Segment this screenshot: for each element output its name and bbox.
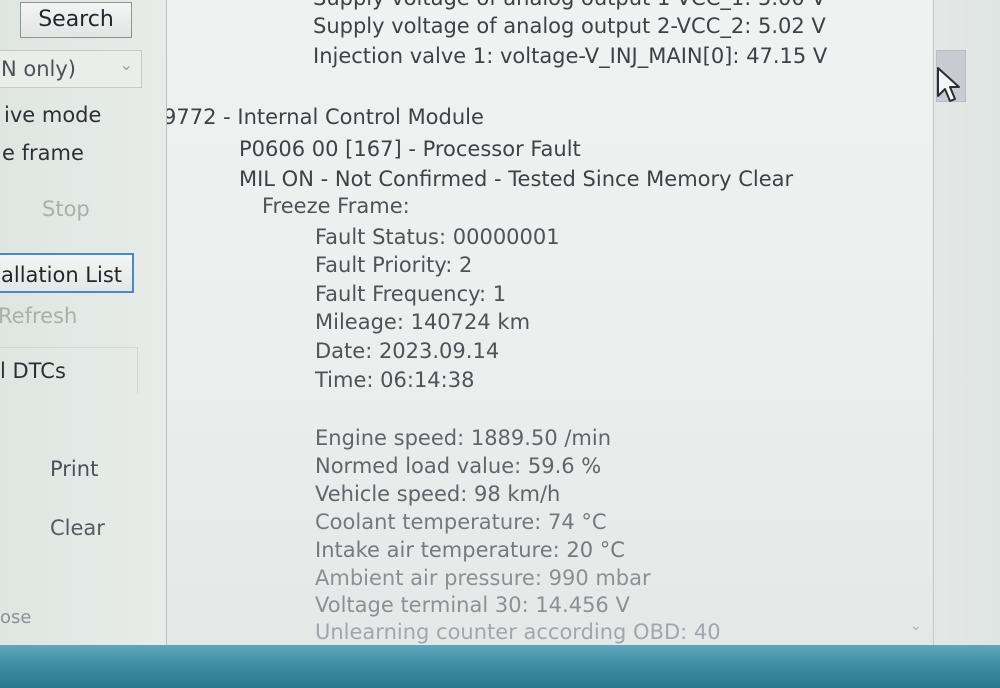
stop-button[interactable]: Stop [42,197,90,221]
control-panel: Search N only) ⌄ ive mode e frame Stop a… [0,0,167,645]
interactive-mode-option[interactable]: ive mode [4,103,101,127]
all-dtcs-button[interactable]: l DTCs [0,347,138,393]
fault-priority: Fault Priority: 2 [315,253,473,277]
installation-list-button[interactable]: allation List [0,253,134,293]
freeze-frame-header: Freeze Frame: [262,194,410,218]
line-vcc1: Supply voltage of analog output 1-VCC_1:… [313,0,826,12]
vehicle-speed: Vehicle speed: 98 km/h [315,482,561,506]
module-header: 9772 - Internal Control Module [167,105,484,129]
chevron-down-icon: ⌄ [119,55,133,74]
unlearning-counter: Unlearning counter according OBD: 40 [315,620,721,644]
ambient-air-pressure: Ambient air pressure: 990 mbar [315,566,651,590]
voltage-terminal-30: Voltage terminal 30: 14.456 V [315,593,630,617]
mileage: Mileage: 140724 km [315,310,531,334]
freeze-frame-option[interactable]: e frame [2,141,84,165]
fault-frequency: Fault Frequency: 1 [315,282,507,306]
time: Time: 06:14:38 [315,368,475,392]
window-frame-bottom [0,645,1000,688]
print-button[interactable]: Print [50,457,98,481]
filter-combo-value: N only) [1,57,76,81]
engine-speed: Engine speed: 1889.50 /min [315,426,612,450]
chevron-down-icon[interactable]: ⌄ [910,618,922,634]
diagnostic-window: Search N only) ⌄ ive mode e frame Stop a… [0,0,1000,688]
search-button[interactable]: Search [20,2,132,38]
dtc-output-area[interactable]: Supply voltage of analog output 1-VCC_1:… [167,0,932,645]
dtc-code: P0606 00 [167] - Processor Fault [239,137,581,161]
mil-status: MIL ON - Not Confirmed - Tested Since Me… [239,167,794,191]
filter-combo[interactable]: N only) ⌄ [0,50,142,88]
normed-load: Normed load value: 59.6 % [315,454,602,478]
line-vcc2: Supply voltage of analog output 2-VCC_2:… [313,14,826,38]
clear-button[interactable]: Clear [50,516,105,540]
refresh-button[interactable]: Refresh [0,304,77,328]
coolant-temperature: Coolant temperature: 74 °C [315,510,607,534]
line-injection-valve: Injection valve 1: voltage-V_INJ_MAIN[0]… [313,44,828,68]
mouse-pointer-icon [937,67,960,102]
fault-status: Fault Status: 00000001 [315,225,560,249]
intake-air-temperature: Intake air temperature: 20 °C [315,538,625,562]
date: Date: 2023.09.14 [315,339,500,363]
close-button[interactable]: ose [0,607,31,628]
